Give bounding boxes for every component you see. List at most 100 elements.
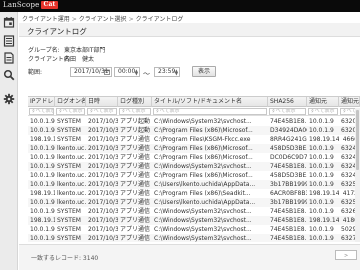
cell-ip: 10.0.1.9 bbox=[30, 127, 55, 134]
cell-source: 10.0.1.9 bbox=[309, 226, 334, 233]
cell-sha256: 74E45B1E8... bbox=[270, 163, 307, 170]
group-value: 東京本部IT部門 bbox=[64, 47, 106, 54]
breadcrumb-item[interactable]: クライアント選択 bbox=[79, 16, 127, 23]
cell-logtype: アプリ通信 bbox=[120, 190, 151, 197]
footer: 一致するレコード: 3140 > bbox=[19, 244, 360, 270]
cell-source: 10.0.1.9 bbox=[309, 235, 334, 242]
search-icon[interactable] bbox=[3, 69, 15, 81]
page-header: クライアントログ bbox=[19, 23, 360, 37]
cell-title: C:\Windows\System32\svchost... bbox=[154, 217, 252, 224]
cell-logtype: アプリ通信 bbox=[120, 172, 151, 179]
cell-title: C:\Windows\System32\svchost... bbox=[154, 208, 252, 215]
cell-logtype: アプリ通信 bbox=[120, 217, 151, 224]
table-row[interactable]: 10.0.1.9lkento.uc...2017/10/31 ...アプリ通信C… bbox=[28, 180, 360, 189]
range-label: 範囲: bbox=[28, 69, 43, 76]
cell-logtype: アプリ起動 bbox=[120, 118, 151, 125]
filter-input[interactable]: すべて表示 bbox=[87, 108, 117, 115]
cell-ip: 10.0.1.9 bbox=[30, 226, 55, 233]
spinner-icon[interactable]: ▲ ▼ bbox=[135, 69, 138, 76]
column-header-datetime[interactable]: 日時 bbox=[86, 97, 118, 107]
cell-datetime: 2017/10/31 ... bbox=[88, 154, 118, 161]
group-label: グループ名: bbox=[28, 47, 60, 54]
cell-datetime: 2017/10/31 ... bbox=[88, 208, 118, 215]
cell-logon: SYSTEM bbox=[57, 136, 81, 143]
table-row[interactable]: 10.0.1.9SYSTEM2017/10/31 ...アプリ通信C:\Wind… bbox=[28, 207, 360, 216]
client-label: クライアント名: bbox=[28, 56, 72, 63]
chevron-right-icon: > bbox=[71, 16, 77, 23]
cell-source: 10.0.1.9 bbox=[309, 145, 334, 152]
cell-logtype: アプリ通信 bbox=[120, 226, 151, 233]
cell-datetime: 2017/10/31 ... bbox=[88, 181, 118, 188]
column-header-sha256[interactable]: SHA256 bbox=[268, 97, 307, 107]
scrollbar-thumb[interactable] bbox=[356, 110, 359, 170]
table-row[interactable]: 10.0.1.9SYSTEM2017/10/31 ...アプリ通信C:\Wind… bbox=[28, 225, 360, 234]
cell-title: C:\Windows\System32\svchost... bbox=[154, 235, 252, 242]
record-count: 一致するレコード: 3140 bbox=[31, 255, 99, 262]
document-icon[interactable] bbox=[3, 52, 15, 64]
cell-logtype: アプリ通信 bbox=[120, 208, 151, 215]
cell-source: 10.0.1.9 bbox=[309, 172, 334, 179]
column-header-logon[interactable]: ログオン名 bbox=[55, 97, 86, 107]
filter-row: すべて表示 すべて表示 すべて表示 すべて表示 すべて表示 すべて表示 すべて表… bbox=[28, 107, 360, 116]
cell-source: 10.0.1.9 bbox=[309, 199, 334, 206]
cell-source: 198.19.14... bbox=[309, 190, 339, 197]
cell-logon: SYSTEM bbox=[57, 127, 81, 134]
vertical-scrollbar[interactable] bbox=[355, 108, 360, 242]
table-row[interactable]: 10.0.1.9lkento.uc...2017/10/31 ...アプリ通信C… bbox=[28, 198, 360, 207]
filter-input[interactable]: すべて表示 bbox=[119, 108, 151, 115]
column-header-source[interactable]: 通知元 bbox=[307, 97, 339, 107]
start-date-input[interactable]: 2017/10/31 bbox=[70, 67, 112, 77]
cell-title: C:\Windows\System32\svchost... bbox=[154, 163, 252, 170]
cell-logon: lkento.uc... bbox=[57, 181, 86, 188]
calendar-icon[interactable] bbox=[3, 16, 15, 28]
spinner-icon[interactable]: ▲ ▼ bbox=[175, 69, 178, 76]
filter-input[interactable]: すべて表示 bbox=[153, 108, 267, 115]
table-row[interactable]: 10.0.1.9SYSTEM2017/10/31 ...アプリ起動C:\Wind… bbox=[28, 117, 360, 126]
start-time-value: 00:00 bbox=[118, 68, 136, 75]
cell-datetime: 2017/10/31 ... bbox=[88, 190, 118, 197]
start-time-input[interactable]: 00:00 ▲ ▼ bbox=[114, 67, 140, 77]
list-icon[interactable] bbox=[3, 35, 15, 47]
cell-ip: 10.0.1.9 bbox=[30, 235, 55, 242]
table-row[interactable]: 198.19.1...SYSTEM 2017/10/31 ...アプリ通信C:\P… bbox=[28, 135, 360, 144]
cell-logon: lkento.uc... bbox=[57, 145, 86, 152]
filter-input[interactable]: すべて表示 bbox=[308, 108, 338, 115]
column-header-logtype[interactable]: ログ種別 bbox=[118, 97, 152, 107]
log-table: IPアドレス ログオン名 日時 ログ種別 タイトル/ソフト/ドキュメント名 SH… bbox=[28, 96, 360, 242]
cell-logtype: アプリ通信 bbox=[120, 154, 151, 161]
sidebar bbox=[0, 12, 18, 270]
cell-logon: SYSTEM bbox=[57, 235, 81, 242]
table-row[interactable]: 10.0.1.9SYSTEM2017/10/31 ...アプリ起動C:\Prog… bbox=[28, 126, 360, 135]
cell-logtype: アプリ通信 bbox=[120, 235, 151, 242]
cell-datetime: 2017/10/31 ... bbox=[88, 235, 118, 242]
column-header-source-port[interactable]: 通知元ポート bbox=[339, 97, 360, 107]
cell-source: 10.0.1.9 bbox=[309, 118, 334, 125]
cell-logon: SYSTEM bbox=[57, 118, 81, 125]
table-row[interactable]: 10.0.1.9SYSTEM2017/10/31 ...アプリ通信C:\Wind… bbox=[28, 162, 360, 171]
cell-logon: lkento.uc... bbox=[57, 172, 86, 179]
cell-source: 10.0.1.9 bbox=[309, 181, 334, 188]
table-row[interactable]: 10.0.1.9lkento.uc...2017/10/31 ...アプリ通信C… bbox=[28, 153, 360, 162]
table-row[interactable]: 10.0.1.9lkento.uc...2017/10/31 ...アプリ通信C… bbox=[28, 171, 360, 180]
cell-logon: lkento.uc... bbox=[57, 190, 86, 197]
cell-ip: 198.19.1... bbox=[30, 190, 55, 197]
gear-icon[interactable] bbox=[3, 93, 15, 105]
range-separator: ～ bbox=[143, 70, 150, 78]
table-row[interactable]: 198.19.1...lkento.uc...2017/10/31 ...アプリ… bbox=[28, 189, 360, 198]
column-header-ip[interactable]: IPアドレス bbox=[28, 97, 55, 107]
calendar-icon[interactable] bbox=[104, 69, 110, 75]
filter-input[interactable]: すべて表示 bbox=[269, 108, 306, 115]
pagination-button[interactable]: > bbox=[335, 250, 357, 260]
column-header-title[interactable]: タイトル/ソフト/ドキュメント名 bbox=[152, 97, 268, 107]
cell-logon: SYSTEM bbox=[57, 226, 81, 233]
end-time-input[interactable]: 23:59 ▲ ▼ bbox=[154, 67, 180, 77]
filter-input[interactable]: すべて表示 bbox=[29, 108, 54, 115]
table-row[interactable]: 10.0.1.9SYSTEM2017/10/31 ...アプリ通信C:\Wind… bbox=[28, 234, 360, 242]
table-row[interactable]: 10.0.1.9lkento.uc...2017/10/31 ...アプリ通信C… bbox=[28, 144, 360, 153]
client-value: 内田 健太 bbox=[64, 56, 95, 63]
filter-input[interactable]: すべて表示 bbox=[56, 108, 85, 115]
breadcrumb-item[interactable]: クライアント運用 bbox=[22, 16, 70, 23]
cell-sha256: 8RR4G241G... bbox=[270, 136, 307, 143]
table-row[interactable]: 198.19.1...SYSTEM 2017/10/31 ...アプリ通信C:\W… bbox=[28, 216, 360, 225]
show-button[interactable]: 表示 bbox=[192, 66, 216, 77]
